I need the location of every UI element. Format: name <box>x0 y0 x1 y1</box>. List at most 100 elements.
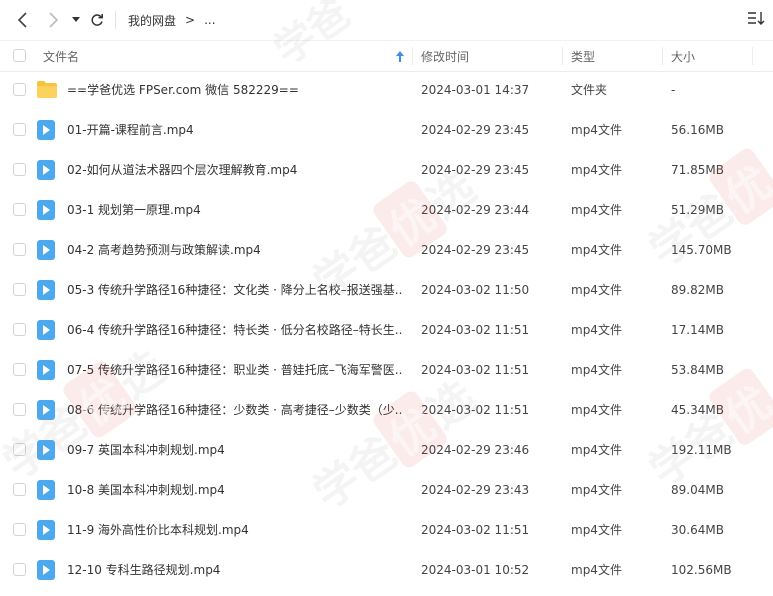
row-checkbox[interactable] <box>13 523 26 536</box>
file-type: mp4文件 <box>571 203 622 217</box>
file-size: 145.70MB <box>671 243 732 257</box>
file-size: 45.34MB <box>671 403 724 417</box>
file-name[interactable]: 01-开篇-课程前言.mp4 <box>67 110 402 150</box>
file-modified-time: 2024-03-01 10:52 <box>421 563 530 577</box>
file-name[interactable]: 04-2 高考趋势预测与政策解读.mp4 <box>67 230 402 270</box>
file-name[interactable]: 08-6 传统升学路径16种捷径：少数类 · 高考捷径–少数类（少... <box>67 390 402 430</box>
file-name[interactable]: 02-如何从道法术器四个层次理解教育.mp4 <box>67 150 402 190</box>
file-size: 53.84MB <box>671 363 724 377</box>
row-checkbox[interactable] <box>13 123 26 136</box>
file-modified-time: 2024-03-01 14:37 <box>421 83 530 97</box>
row-checkbox[interactable] <box>13 483 26 496</box>
column-divider[interactable] <box>562 47 563 65</box>
file-row[interactable]: 07-5 传统升学路径16种捷径：职业类 · 普娃托底–飞海军警医... 2024… <box>0 350 773 390</box>
file-row[interactable]: ==学爸优选 FPSer.com 微信 582229== 2024-03-01 1… <box>0 70 773 110</box>
file-type: 文件夹 <box>571 83 608 97</box>
file-size: 51.29MB <box>671 203 724 217</box>
file-row[interactable]: 12-10 专科生路径规划.mp4 2024-03-01 10:52 mp4文件 10… <box>0 550 773 590</box>
file-size: - <box>671 83 676 97</box>
column-header: 文件名 修改时间 类型 大小 <box>0 40 773 72</box>
file-name[interactable]: ==学爸优选 FPSer.com 微信 582229== <box>67 70 402 110</box>
file-modified-time: 2024-03-02 11:51 <box>421 323 530 337</box>
file-name[interactable]: 10-8 美国本科冲刺规划.mp4 <box>67 470 402 510</box>
file-row[interactable]: 05-3 传统升学路径16种捷径：文化类 · 降分上名校–报送强基.... 202… <box>0 270 773 310</box>
row-checkbox[interactable] <box>13 243 26 256</box>
file-row[interactable]: 01-开篇-课程前言.mp4 2024-02-29 23:45 mp4文件 56.16… <box>0 110 773 150</box>
video-file-icon <box>37 560 57 580</box>
file-name[interactable]: 03-1 规划第一原理.mp4 <box>67 190 402 230</box>
file-type: mp4文件 <box>571 403 622 417</box>
file-size: 89.82MB <box>671 283 724 297</box>
file-name[interactable]: 11-9 海外高性价比本科规划.mp4 <box>67 510 402 550</box>
breadcrumb: 我的网盘 > ... <box>128 0 216 40</box>
file-modified-time: 2024-03-02 11:51 <box>421 363 530 377</box>
file-size: 192.11MB <box>671 443 732 457</box>
file-modified-time: 2024-03-02 11:50 <box>421 283 530 297</box>
video-file-icon <box>37 320 57 340</box>
back-button[interactable] <box>12 8 34 32</box>
file-row[interactable]: 03-1 规划第一原理.mp4 2024-02-29 23:44 mp4文件 51.2… <box>0 190 773 230</box>
column-header-mtime[interactable]: 修改时间 <box>421 41 469 71</box>
history-dropdown-button[interactable] <box>69 8 83 32</box>
file-size: 17.14MB <box>671 323 724 337</box>
file-row[interactable]: 08-6 传统升学路径16种捷径：少数类 · 高考捷径–少数类（少... 2024… <box>0 390 773 430</box>
toolbar: 我的网盘 > ... <box>0 0 773 40</box>
arrow-up-icon <box>396 50 404 62</box>
video-file-icon <box>37 480 57 500</box>
file-type: mp4文件 <box>571 323 622 337</box>
row-checkbox[interactable] <box>13 363 26 376</box>
file-row[interactable]: 02-如何从道法术器四个层次理解教育.mp4 2024-02-29 23:45 mp… <box>0 150 773 190</box>
toolbar-divider <box>115 11 116 29</box>
column-divider[interactable] <box>752 47 753 65</box>
file-type: mp4文件 <box>571 163 622 177</box>
column-header-name[interactable]: 文件名 <box>43 41 79 71</box>
file-size: 89.04MB <box>671 483 724 497</box>
file-modified-time: 2024-02-29 23:45 <box>421 243 530 257</box>
caret-down-icon <box>72 17 80 22</box>
file-name[interactable]: 05-3 传统升学路径16种捷径：文化类 · 降分上名校–报送强基.... <box>67 270 402 310</box>
row-checkbox[interactable] <box>13 163 26 176</box>
select-all-checkbox[interactable] <box>13 49 26 62</box>
forward-button[interactable] <box>42 8 64 32</box>
row-checkbox[interactable] <box>13 403 26 416</box>
file-type: mp4文件 <box>571 363 622 377</box>
file-name[interactable]: 07-5 传统升学路径16种捷径：职业类 · 普娃托底–飞海军警医... <box>67 350 402 390</box>
folder-icon <box>37 80 57 100</box>
file-list: ==学爸优选 FPSer.com 微信 582229== 2024-03-01 1… <box>0 70 773 590</box>
row-checkbox[interactable] <box>13 83 26 96</box>
refresh-button[interactable] <box>87 8 107 32</box>
file-name[interactable]: 09-7 英国本科冲刺规划.mp4 <box>67 430 402 470</box>
file-modified-time: 2024-02-29 23:45 <box>421 163 530 177</box>
breadcrumb-more[interactable]: ... <box>204 13 215 27</box>
file-modified-time: 2024-02-29 23:43 <box>421 483 530 497</box>
file-row[interactable]: 06-4 传统升学路径16种捷径：特长类 · 低分名校路径–特长生.... 202… <box>0 310 773 350</box>
file-name[interactable]: 06-4 传统升学路径16种捷径：特长类 · 低分名校路径–特长生.... <box>67 310 402 350</box>
column-divider[interactable] <box>412 47 413 65</box>
video-file-icon <box>37 280 57 300</box>
row-checkbox[interactable] <box>13 443 26 456</box>
sort-options-button[interactable] <box>747 10 767 30</box>
row-checkbox[interactable] <box>13 563 26 576</box>
column-divider[interactable] <box>662 47 663 65</box>
file-row[interactable]: 09-7 英国本科冲刺规划.mp4 2024-02-29 23:46 mp4文件 19… <box>0 430 773 470</box>
column-header-size[interactable]: 大小 <box>671 41 695 71</box>
video-file-icon <box>37 520 57 540</box>
row-checkbox[interactable] <box>13 323 26 336</box>
column-header-type[interactable]: 类型 <box>571 41 595 71</box>
file-row[interactable]: 11-9 海外高性价比本科规划.mp4 2024-03-02 11:51 mp4文件… <box>0 510 773 550</box>
row-checkbox[interactable] <box>13 203 26 216</box>
video-file-icon <box>37 360 57 380</box>
file-modified-time: 2024-02-29 23:46 <box>421 443 530 457</box>
file-name[interactable]: 12-10 专科生路径规划.mp4 <box>67 550 402 590</box>
file-type: mp4文件 <box>571 243 622 257</box>
file-row[interactable]: 10-8 美国本科冲刺规划.mp4 2024-02-29 23:43 mp4文件 89… <box>0 470 773 510</box>
row-checkbox[interactable] <box>13 283 26 296</box>
file-size: 71.85MB <box>671 163 724 177</box>
sort-list-icon <box>748 12 765 25</box>
file-row[interactable]: 04-2 高考趋势预测与政策解读.mp4 2024-02-29 23:45 mp4文… <box>0 230 773 270</box>
file-size: 56.16MB <box>671 123 724 137</box>
breadcrumb-separator: > <box>185 13 196 27</box>
sort-ascending-indicator[interactable] <box>396 41 404 71</box>
video-file-icon <box>37 120 57 140</box>
breadcrumb-root[interactable]: 我的网盘 <box>128 12 176 29</box>
